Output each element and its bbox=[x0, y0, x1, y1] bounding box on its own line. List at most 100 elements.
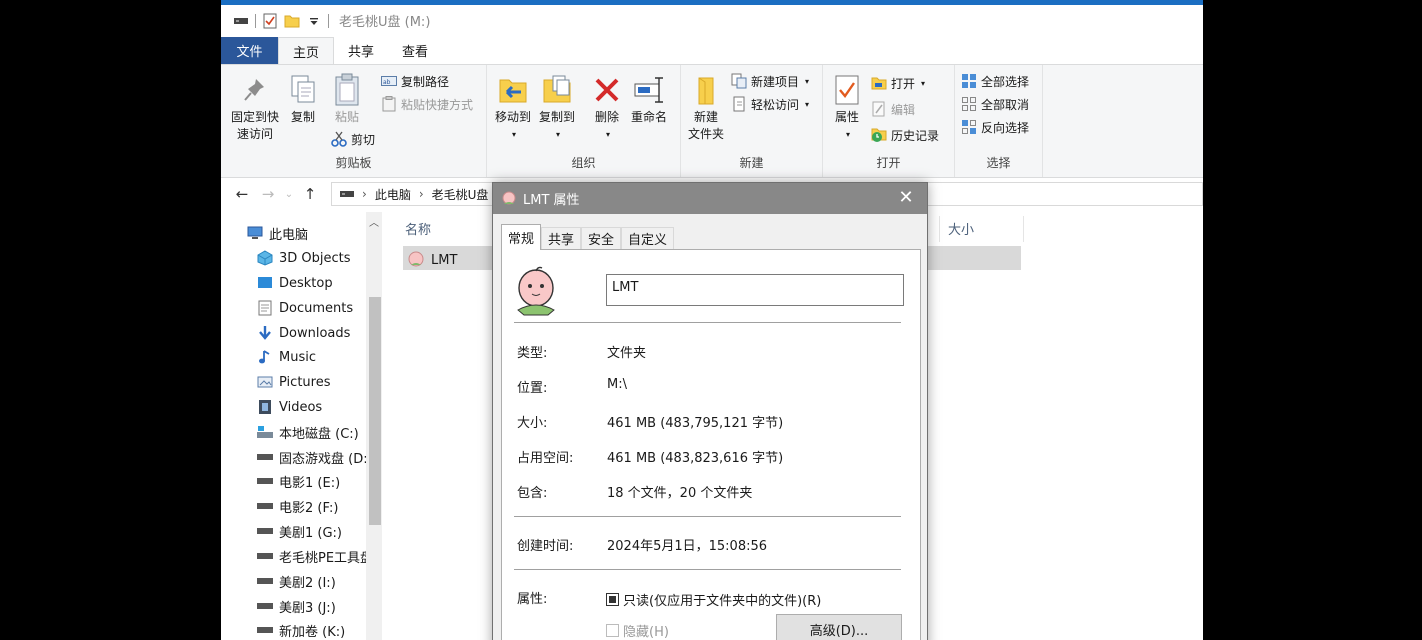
sidebar-item-drive-h[interactable]: 老毛桃PE工具盘 bbox=[257, 545, 373, 567]
open-button[interactable]: 打开 ▾ bbox=[871, 73, 925, 93]
sidebar-item-drive-j[interactable]: 美剧3 (J:) bbox=[257, 595, 336, 617]
pin-icon bbox=[238, 73, 272, 107]
back-arrow-icon[interactable]: ← bbox=[229, 181, 255, 207]
sidebar-item-label: 此电脑 bbox=[269, 227, 309, 243]
cut-button[interactable]: 剪切 bbox=[331, 129, 375, 149]
close-icon[interactable]: ✕ bbox=[895, 187, 917, 209]
copy-button[interactable]: 复制 bbox=[285, 73, 321, 126]
sidebar-item-drive-c[interactable]: 本地磁盘 (C:) bbox=[257, 421, 359, 443]
recent-locations-chevron-down-icon[interactable]: ⌄ bbox=[281, 181, 297, 207]
invert-selection-button[interactable]: 反向选择 bbox=[961, 117, 1029, 137]
new-item-chevron-down-icon: ▾ bbox=[805, 76, 810, 86]
rename-icon bbox=[632, 73, 666, 107]
divider bbox=[514, 569, 901, 570]
sidebar-item-drive-k[interactable]: 新加卷 (K:) bbox=[257, 619, 345, 640]
rename-button[interactable]: 重命名 bbox=[625, 73, 673, 126]
move-to-button[interactable]: 移动到 ▾ bbox=[491, 73, 535, 143]
forward-arrow-icon[interactable]: → bbox=[255, 181, 281, 207]
tab-view[interactable]: 查看 bbox=[388, 37, 442, 64]
tab-general[interactable]: 常规 bbox=[501, 224, 542, 250]
properties-dialog: LMT 属性 ✕ 常规 共享 安全 自定义 LMT 类型: 文件夹 位置: M:… bbox=[492, 182, 928, 640]
list-item[interactable]: LMT bbox=[407, 249, 457, 271]
delete-icon bbox=[590, 73, 624, 107]
tab-sharing[interactable]: 共享 bbox=[541, 227, 582, 249]
checkbox-indeterminate[interactable] bbox=[606, 593, 619, 606]
readonly-checkbox[interactable]: 只读(仅应用于文件夹中的文件)(R) bbox=[606, 590, 821, 609]
drive-icon bbox=[257, 573, 273, 589]
drive-icon bbox=[257, 473, 273, 489]
paste-button[interactable]: 粘贴 bbox=[329, 73, 365, 126]
column-divider[interactable] bbox=[939, 216, 940, 242]
general-panel: LMT 类型: 文件夹 位置: M:\ 大小: 461 MB (483,795,… bbox=[501, 249, 921, 640]
sidebar-item-pictures[interactable]: Pictures bbox=[257, 371, 330, 393]
easy-access-button[interactable]: 轻松访问 ▾ bbox=[731, 94, 809, 114]
sidebar-item-downloads[interactable]: Downloads bbox=[257, 322, 350, 344]
computer-icon bbox=[247, 225, 263, 241]
checkbox[interactable] bbox=[606, 624, 619, 637]
sidebar-item-videos[interactable]: Videos bbox=[257, 396, 322, 418]
sidebar-item-this-pc[interactable]: 此电脑 bbox=[247, 222, 308, 244]
copy-label: 复制 bbox=[290, 110, 315, 124]
tab-share[interactable]: 共享 bbox=[334, 37, 388, 64]
customize-toolbar-icon[interactable] bbox=[306, 13, 322, 29]
sidebar-item-drive-g[interactable]: 美剧1 (G:) bbox=[257, 520, 342, 542]
tab-customize[interactable]: 自定义 bbox=[621, 227, 675, 249]
select-all-button[interactable]: 全部选择 bbox=[961, 71, 1029, 91]
copy-to-label: 复制到 bbox=[538, 110, 575, 124]
paste-shortcut-button[interactable]: 粘贴快捷方式 bbox=[381, 94, 473, 114]
column-divider[interactable] bbox=[1023, 216, 1024, 242]
edit-icon bbox=[871, 101, 887, 117]
scroll-up-chevron-icon[interactable]: ︿ bbox=[367, 214, 381, 229]
pin-quick-access-button[interactable]: 固定到快 速访问 bbox=[229, 73, 281, 143]
folder-icon[interactable] bbox=[284, 13, 300, 29]
drive-icon[interactable] bbox=[233, 13, 249, 29]
copy-to-button[interactable]: 复制到 ▾ bbox=[535, 73, 579, 143]
sidebar-item-drive-i[interactable]: 美剧2 (I:) bbox=[257, 570, 336, 592]
hidden-checkbox[interactable]: 隐藏(H) bbox=[606, 621, 669, 640]
delete-button[interactable]: 删除 ▾ bbox=[589, 73, 625, 143]
dialog-tabs: 常规 共享 安全 自定义 bbox=[501, 224, 675, 250]
sidebar-item-documents[interactable]: Documents bbox=[257, 297, 353, 319]
sidebar-item-desktop[interactable]: Desktop bbox=[257, 272, 333, 294]
peach-folder-icon bbox=[501, 189, 517, 209]
download-icon bbox=[257, 325, 273, 341]
edit-button[interactable]: 编辑 bbox=[871, 99, 915, 119]
divider bbox=[514, 516, 901, 517]
column-header-size[interactable]: 大小 bbox=[948, 219, 974, 238]
open-folder-icon bbox=[871, 75, 887, 91]
copy-path-button[interactable]: ab 复制路径 bbox=[381, 71, 449, 91]
sidebar-scrollbar-thumb[interactable] bbox=[369, 297, 381, 525]
sidebar-item-drive-d[interactable]: 固态游戏盘 (D:) bbox=[257, 446, 373, 468]
advanced-button[interactable]: 高级(D)... bbox=[776, 614, 902, 640]
history-button[interactable]: 历史记录 bbox=[871, 125, 939, 145]
new-item-label: 新建项目 bbox=[751, 74, 800, 89]
folder-name-input[interactable]: LMT bbox=[606, 274, 904, 306]
copy-to-icon bbox=[540, 73, 574, 107]
breadcrumb-drive[interactable]: 老毛桃U盘 bbox=[432, 186, 489, 203]
sidebar-item-drive-e[interactable]: 电影1 (E:) bbox=[257, 470, 340, 492]
tab-security[interactable]: 安全 bbox=[581, 227, 622, 249]
size-value: 461 MB (483,795,121 字节) bbox=[607, 416, 784, 431]
select-none-button[interactable]: 全部取消 bbox=[961, 94, 1029, 114]
sidebar-item-label: 固态游戏盘 (D:) bbox=[279, 451, 373, 467]
column-header-name[interactable]: 名称 bbox=[405, 219, 431, 238]
desktop-icon bbox=[257, 275, 273, 291]
properties-icon[interactable] bbox=[262, 13, 278, 29]
divider bbox=[255, 13, 256, 28]
drive-icon bbox=[257, 498, 273, 514]
new-item-button[interactable]: 新建项目 ▾ bbox=[731, 71, 809, 91]
sidebar-item-drive-f[interactable]: 电影2 (F:) bbox=[257, 495, 338, 517]
sidebar-item-label: 3D Objects bbox=[279, 250, 351, 266]
tab-file[interactable]: 文件 bbox=[221, 37, 278, 64]
up-arrow-icon[interactable]: ↑ bbox=[297, 181, 323, 207]
open-label: 打开 bbox=[891, 76, 916, 91]
properties-button[interactable]: 属性 ▾ bbox=[829, 73, 865, 143]
sidebar-item-label: Music bbox=[279, 349, 316, 365]
new-folder-button[interactable]: 新建 文件夹 bbox=[685, 73, 727, 143]
sidebar-item-3d-objects[interactable]: 3D Objects bbox=[257, 247, 351, 269]
clipboard-icon bbox=[330, 73, 364, 107]
sidebar-item-music[interactable]: Music bbox=[257, 346, 316, 368]
breadcrumb-this-pc[interactable]: 此电脑 bbox=[375, 186, 411, 203]
drive-icon bbox=[257, 548, 273, 564]
tab-home[interactable]: 主页 bbox=[278, 37, 335, 64]
